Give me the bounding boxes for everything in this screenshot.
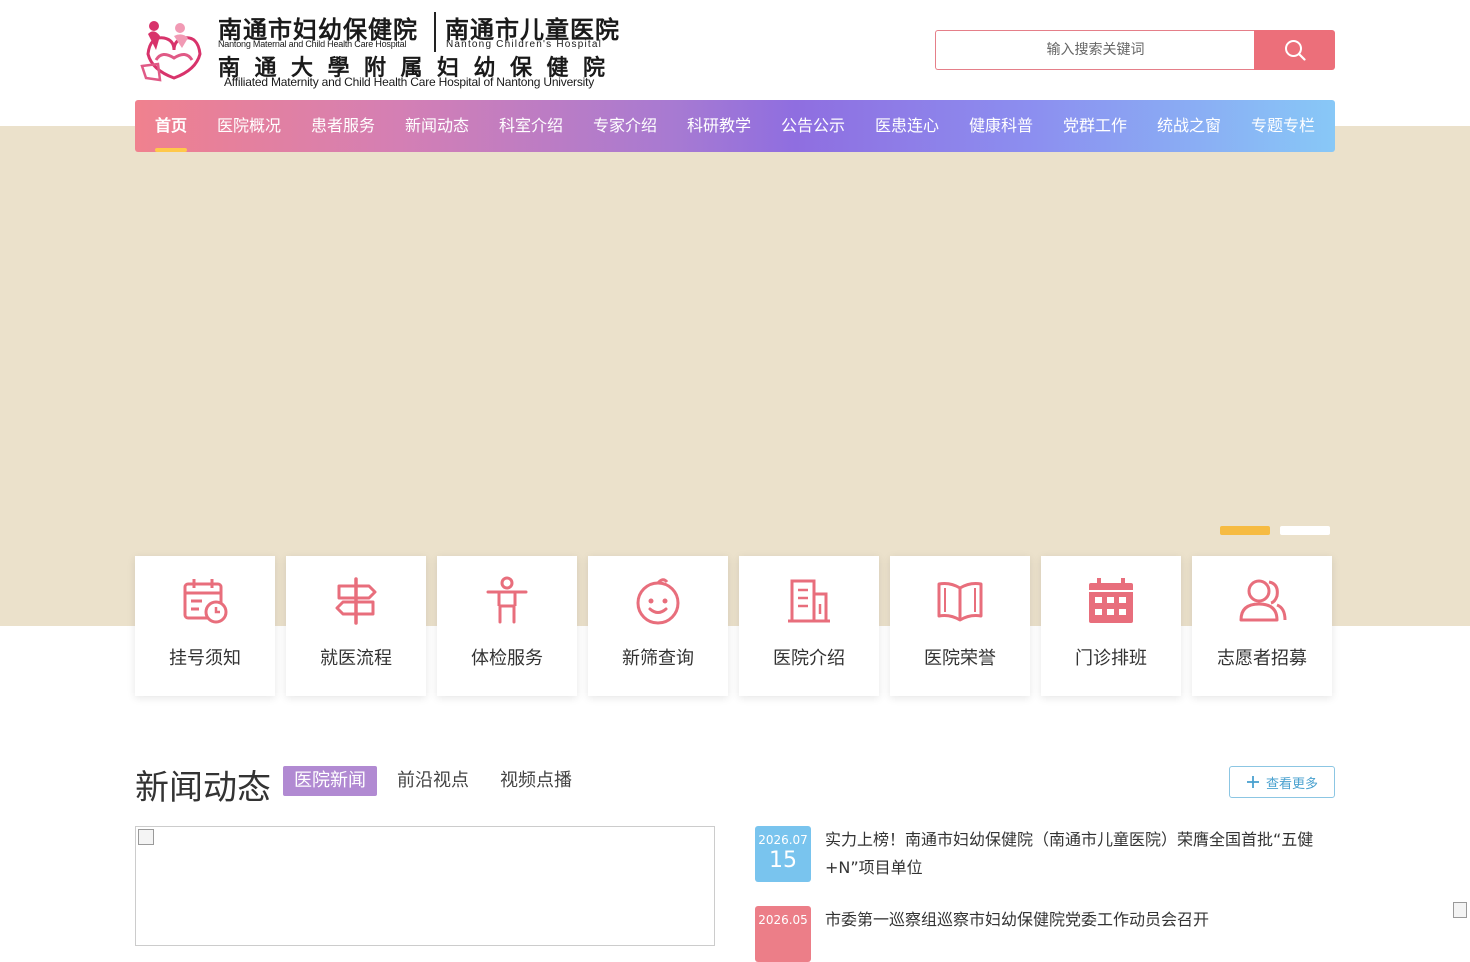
quick-link-checkup[interactable]: 体检服务 xyxy=(437,556,577,696)
calendar-clock-icon xyxy=(183,579,228,624)
quick-link-volunteer[interactable]: 志愿者招募 xyxy=(1192,556,1332,696)
quick-link-newborn-screening[interactable]: 新筛查询 xyxy=(588,556,728,696)
search-input[interactable] xyxy=(935,30,1255,70)
quick-link-label: 新筛查询 xyxy=(622,648,694,669)
nav-item-label: 医院概况 xyxy=(217,116,282,135)
quick-link-label: 体检服务 xyxy=(471,648,543,669)
tab-frontier-views[interactable]: 前沿视点 xyxy=(397,766,469,796)
quick-link-label: 挂号须知 xyxy=(169,648,241,669)
hospital-logo-icon[interactable] xyxy=(138,14,210,82)
side-widget-icon[interactable] xyxy=(1453,902,1467,918)
news-date-day: 15 xyxy=(769,848,797,873)
person-icon xyxy=(486,576,528,624)
nav-item-special-topics[interactable]: 专题专栏 xyxy=(1251,100,1315,152)
nav-item-label: 专题专栏 xyxy=(1251,116,1316,135)
nav-item-label: 科室介绍 xyxy=(499,116,564,135)
nav-item-announcements[interactable]: 公告公示 xyxy=(781,100,845,152)
quick-link-honors[interactable]: 医院荣誉 xyxy=(890,556,1030,696)
news-item-title[interactable]: 市委第一巡察组巡察市妇幼保健院党委工作动员会召开 xyxy=(825,906,1335,934)
news-item-title[interactable]: 实力上榜！南通市妇幼保健院（南通市儿童医院）荣膺全国首批“五健+N”项目单位 xyxy=(825,826,1335,882)
nav-item-news[interactable]: 新闻动态 xyxy=(405,100,469,152)
logo-subtitle-maternal: Nantong Maternal and Child Health Care H… xyxy=(218,39,407,49)
nav-item-label: 公告公示 xyxy=(781,116,846,135)
signpost-icon xyxy=(335,577,377,625)
news-date-badge: 2026.07 15 xyxy=(755,826,811,882)
quick-link-label: 医院介绍 xyxy=(773,648,845,669)
nav-item-label: 统战之窗 xyxy=(1157,116,1222,135)
quick-link-label: 医院荣誉 xyxy=(924,648,996,669)
nav-item-label: 党群工作 xyxy=(1063,116,1128,135)
nav-item-departments[interactable]: 科室介绍 xyxy=(499,100,563,152)
tab-hospital-news[interactable]: 医院新闻 xyxy=(283,766,377,796)
building-icon xyxy=(788,579,830,623)
news-date-badge: 2026.05 xyxy=(755,906,811,962)
nav-item-united-front[interactable]: 统战之窗 xyxy=(1157,100,1221,152)
logo-subtitle-affiliated: Affiliated Maternity and Child Health Ca… xyxy=(224,75,595,89)
nav-item-doctor-patient[interactable]: 医患连心 xyxy=(875,100,939,152)
tab-video-on-demand[interactable]: 视频点播 xyxy=(500,766,572,796)
news-date-year-month: 2026.07 xyxy=(758,833,808,847)
nav-item-experts[interactable]: 专家介绍 xyxy=(593,100,657,152)
banner-dot-2[interactable] xyxy=(1280,526,1330,535)
news-section-title: 新闻动态 xyxy=(135,768,271,808)
search-bar xyxy=(935,30,1335,70)
nav-item-label: 首页 xyxy=(155,116,188,135)
nav-item-hospital-overview[interactable]: 医院概况 xyxy=(217,100,281,152)
nav-item-health-education[interactable]: 健康科普 xyxy=(969,100,1033,152)
quick-link-registration[interactable]: 挂号须知 xyxy=(135,556,275,696)
nav-item-patient-services[interactable]: 患者服务 xyxy=(311,100,375,152)
quick-link-label: 志愿者招募 xyxy=(1217,648,1307,669)
quick-link-label: 就医流程 xyxy=(320,648,392,669)
plus-icon xyxy=(1246,776,1259,788)
view-more-button[interactable]: 查看更多 xyxy=(1229,766,1335,798)
nav-item-research-teaching[interactable]: 科研教学 xyxy=(687,100,751,152)
nav-item-label: 健康科普 xyxy=(969,116,1034,135)
nav-item-label: 医患连心 xyxy=(875,116,940,135)
quick-link-label: 门诊排班 xyxy=(1075,648,1147,669)
calendar-grid-icon xyxy=(1089,578,1133,623)
search-button[interactable] xyxy=(1254,30,1335,70)
main-nav: 首页 医院概况 患者服务 新闻动态 科室介绍 专家介绍 科研教学 公告公示 医患… xyxy=(135,100,1335,152)
nav-item-label: 患者服务 xyxy=(311,116,376,135)
news-date-year-month: 2026.05 xyxy=(758,913,808,927)
nav-item-label: 新闻动态 xyxy=(405,116,470,135)
nav-active-indicator xyxy=(155,148,187,152)
quick-link-outpatient-schedule[interactable]: 门诊排班 xyxy=(1041,556,1181,696)
people-icon xyxy=(1239,579,1287,622)
news-featured-image[interactable] xyxy=(135,826,715,946)
nav-item-label: 专家介绍 xyxy=(593,116,658,135)
open-book-icon xyxy=(937,582,983,622)
banner-dot-1[interactable] xyxy=(1220,526,1270,535)
baby-face-icon xyxy=(636,578,680,625)
nav-item-party-work[interactable]: 党群工作 xyxy=(1063,100,1127,152)
logo-divider xyxy=(434,12,436,52)
nav-item-home[interactable]: 首页 xyxy=(155,100,187,152)
broken-image-icon xyxy=(138,829,154,845)
quick-link-hospital-intro[interactable]: 医院介绍 xyxy=(739,556,879,696)
logo-subtitle-children: Nantong Children's Hospital xyxy=(446,39,603,50)
quick-link-process[interactable]: 就医流程 xyxy=(286,556,426,696)
search-icon xyxy=(1284,40,1306,61)
hero-banner[interactable] xyxy=(0,126,1470,626)
quick-links: 挂号须知 就医流程 体检服务 新筛查询 医院介绍 医院荣誉 门诊排班 志愿者招募 xyxy=(135,556,1335,696)
view-more-label: 查看更多 xyxy=(1265,776,1318,792)
nav-item-label: 科研教学 xyxy=(687,116,752,135)
site-header: 南通市妇幼保健院 Nantong Maternal and Child Heal… xyxy=(0,0,1470,100)
